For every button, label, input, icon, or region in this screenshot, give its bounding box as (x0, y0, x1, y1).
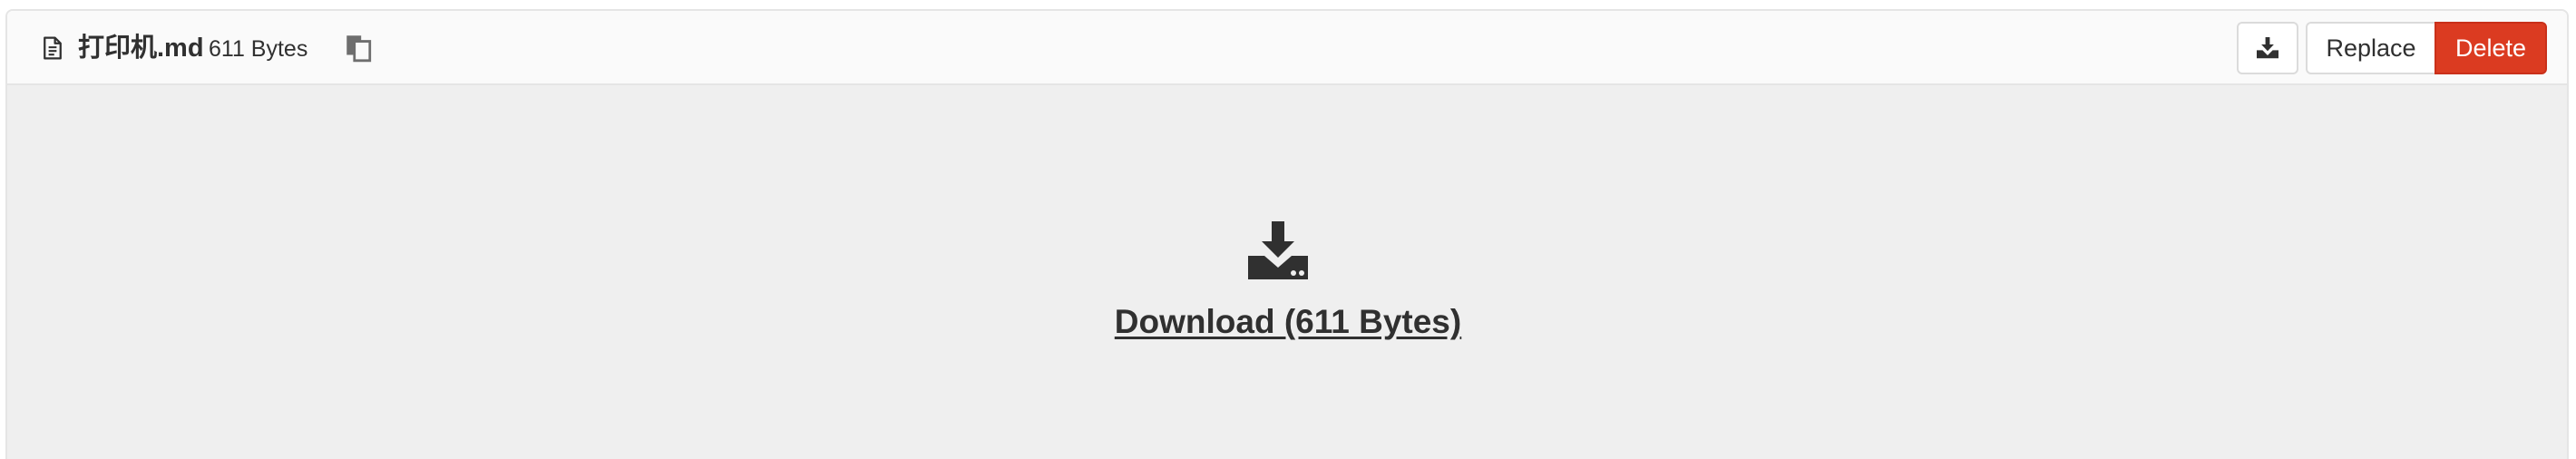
delete-button[interactable]: Delete (2435, 22, 2547, 74)
download-link[interactable]: Download (611 Bytes) (0, 303, 2576, 341)
file-text-icon (44, 36, 62, 60)
file-header: 打印机.md 611 Bytes Replace Delete (7, 11, 2567, 85)
replace-button[interactable]: Replace (2306, 22, 2436, 74)
download-icon (2257, 37, 2278, 59)
file-size: 611 Bytes (209, 36, 308, 62)
download-button[interactable] (2237, 22, 2298, 74)
copy-icon[interactable] (343, 33, 374, 63)
file-name: 打印机.md (78, 34, 204, 63)
download-icon[interactable] (1246, 221, 1310, 279)
